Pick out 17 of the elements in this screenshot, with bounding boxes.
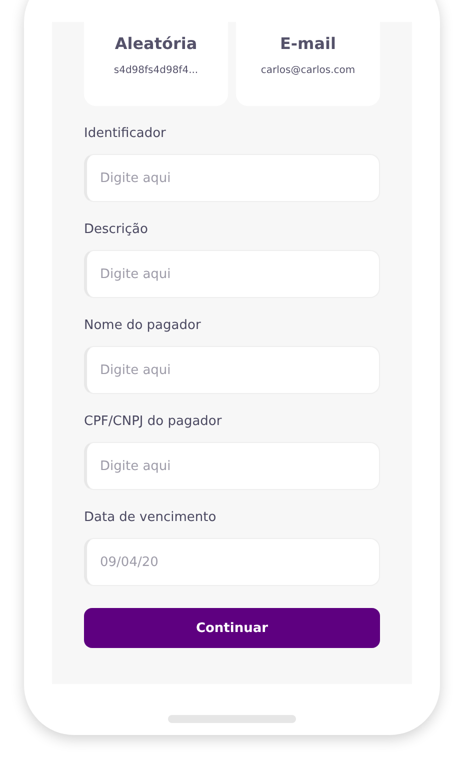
card-value: s4d98fs4d98f4... bbox=[114, 65, 198, 76]
field-label: Descrição bbox=[84, 222, 149, 238]
field-label: Nome do pagador bbox=[84, 318, 202, 334]
key-card[interactable]: Aleatória s4d98fs4d98f4... bbox=[84, 22, 228, 106]
continue-button[interactable]: Continuar bbox=[84, 608, 380, 648]
input-field[interactable]: Digite aqui bbox=[84, 346, 380, 394]
input-field[interactable]: Digite aqui bbox=[84, 442, 380, 490]
card-title: E-mail bbox=[280, 34, 336, 53]
input-field[interactable]: 09/04/20 bbox=[84, 538, 380, 586]
input-field[interactable]: Digite aqui bbox=[84, 154, 380, 202]
card-title: Aleatória bbox=[114, 34, 198, 53]
field-label: Identificador bbox=[84, 126, 167, 142]
input-field[interactable]: Digite aqui bbox=[84, 250, 380, 298]
field-label: Data de vencimento bbox=[84, 510, 218, 526]
card-value: carlos@carlos.com bbox=[260, 65, 356, 76]
key-card[interactable]: E-mail carlos@carlos.com bbox=[236, 22, 380, 106]
field-label: CPF/CNPJ do pagador bbox=[84, 414, 223, 430]
